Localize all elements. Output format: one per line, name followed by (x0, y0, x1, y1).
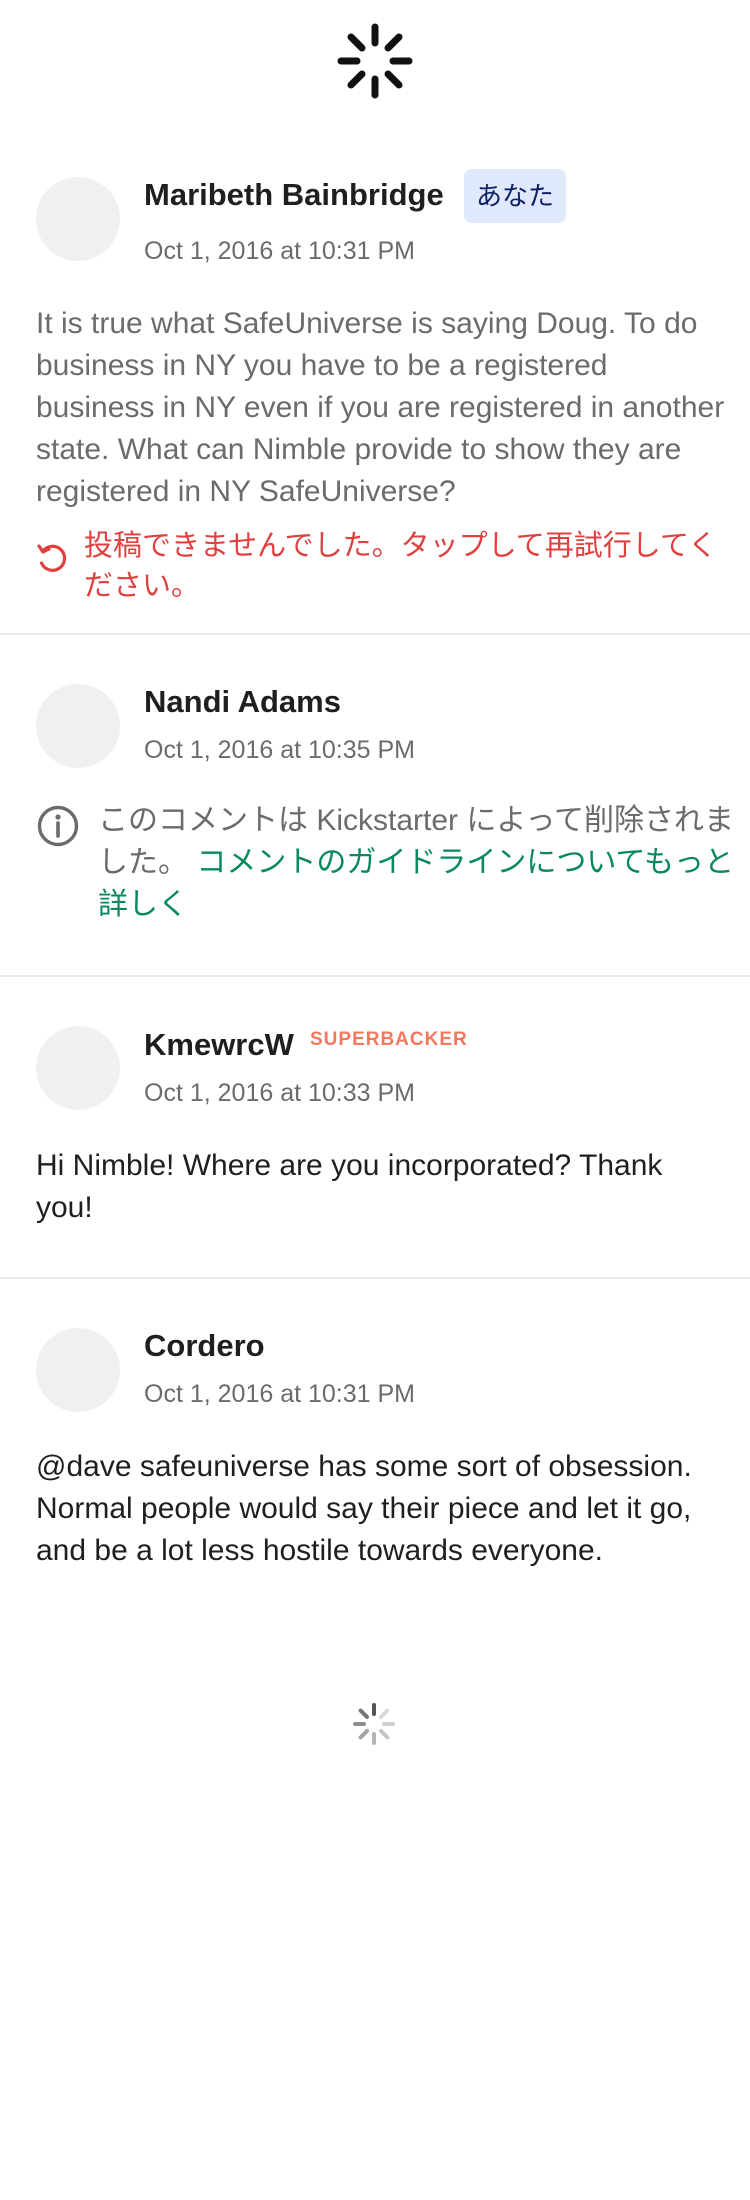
guidelines-link[interactable]: コメントのガイドラインについてもっと詳しく (98, 846, 734, 921)
spinner-icon (353, 1703, 395, 1745)
comment-author[interactable]: Nandi Adams (144, 684, 341, 720)
comment-timestamp: Oct 1, 2016 at 10:35 PM (144, 736, 415, 764)
comment-author[interactable]: Maribeth Bainbridge (144, 177, 444, 213)
spinner-icon (337, 23, 413, 99)
superbacker-badge: SUPERBACKER (310, 1029, 468, 1050)
comment-body: @dave safeuniverse has some sort of obse… (36, 1450, 692, 1567)
avatar[interactable] (36, 1328, 120, 1412)
avatar[interactable] (36, 1026, 120, 1110)
retry-icon (37, 544, 67, 572)
comment-timestamp: Oct 1, 2016 at 10:31 PM (144, 1380, 415, 1408)
divider (0, 633, 750, 635)
you-badge: あなた (464, 169, 567, 223)
avatar[interactable] (36, 684, 120, 768)
post-failed-message: 投稿できませんでした。タップして再試行してください。 (84, 530, 718, 602)
comment-author[interactable]: KmewrcW (144, 1027, 294, 1063)
comment-timestamp: Oct 1, 2016 at 10:31 PM (144, 237, 415, 265)
divider (0, 1277, 750, 1279)
comment-author[interactable]: Cordero (144, 1328, 265, 1364)
comment-body: Hi Nimble! Where are you incorporated? T… (36, 1149, 663, 1224)
info-icon (37, 805, 79, 847)
comment-body: It is true what SafeUniverse is saying D… (36, 307, 725, 508)
avatar[interactable] (36, 177, 120, 261)
divider (0, 975, 750, 977)
comment-timestamp: Oct 1, 2016 at 10:33 PM (144, 1079, 415, 1107)
